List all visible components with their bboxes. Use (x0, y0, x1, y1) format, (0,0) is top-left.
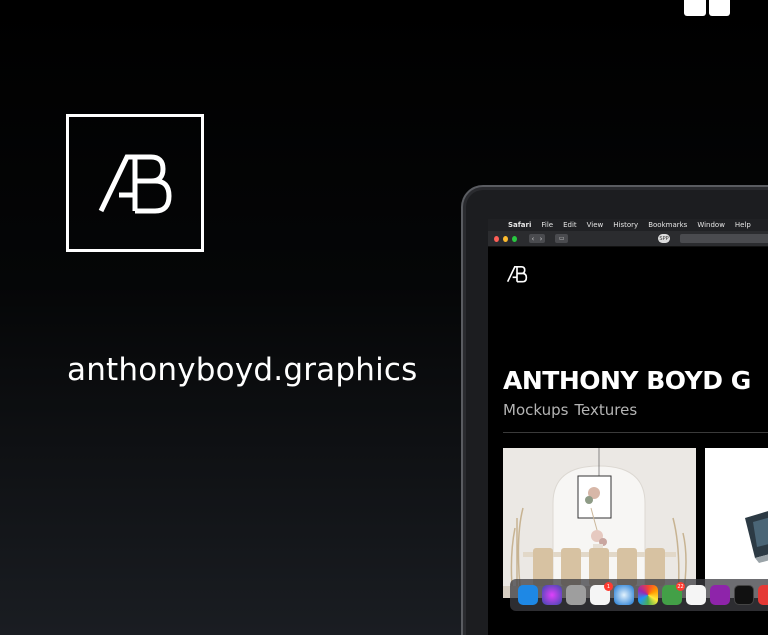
notification-badge: 22 (676, 582, 685, 591)
privacy-report-button[interactable]: SPP (658, 234, 670, 243)
close-window-button[interactable] (494, 235, 499, 242)
product-thumbnail[interactable] (503, 448, 696, 598)
siri-icon[interactable] (542, 585, 562, 605)
nav-link-mockups[interactable]: Mockups (503, 401, 568, 419)
zoom-window-button[interactable] (511, 235, 517, 242)
website-nav: Mockups Textures (503, 401, 637, 419)
sidebar-icon: ▭ (558, 235, 565, 242)
menu-item-edit[interactable]: Edit (563, 221, 577, 229)
chevron-right-icon[interactable]: › (540, 235, 543, 243)
facetime-icon[interactable]: 22 (662, 582, 685, 605)
reminders-icon[interactable]: 1 (590, 582, 613, 605)
menu-item-window[interactable]: Window (697, 221, 725, 229)
menu-item-file[interactable]: File (541, 221, 553, 229)
sidebar-toggle-button[interactable]: ▭ (555, 234, 569, 243)
browser-toolbar: ‹ › ▭ SPP (488, 231, 768, 247)
back-forward-buttons[interactable]: ‹ › (528, 234, 546, 243)
launchpad-icon[interactable] (566, 585, 586, 605)
menubar: Safari File Edit View History Bookmarks … (488, 219, 768, 231)
ab-monogram-icon (98, 154, 172, 214)
menu-item-history[interactable]: History (613, 221, 638, 229)
menu-item-view[interactable]: View (587, 221, 604, 229)
site-name: anthonyboyd.graphics (67, 352, 418, 388)
photos-icon[interactable] (638, 585, 658, 605)
music-icon[interactable] (686, 585, 706, 605)
apple-tv-icon[interactable] (734, 585, 754, 605)
minimize-window-button[interactable] (502, 235, 508, 242)
menu-item-help[interactable]: Help (735, 221, 751, 229)
divider (503, 432, 768, 433)
book-icon (684, 0, 730, 16)
website-title: ANTHONY BOYD G (503, 366, 751, 395)
laptop-screen: Safari File Edit View History Bookmarks … (488, 219, 768, 635)
menu-item-safari[interactable]: Safari (508, 221, 531, 229)
podcasts-icon[interactable] (710, 585, 730, 605)
ab-monogram-icon (506, 266, 528, 283)
safari-icon[interactable] (614, 585, 634, 605)
menu-item-bookmarks[interactable]: Bookmarks (648, 221, 687, 229)
device-image (705, 448, 768, 598)
interior-image (503, 448, 696, 598)
news-icon[interactable] (758, 585, 768, 605)
nav-link-textures[interactable]: Textures (574, 401, 637, 419)
product-thumbnail[interactable] (705, 448, 768, 598)
address-bar[interactable] (679, 234, 768, 243)
logo-box (66, 114, 204, 252)
chevron-left-icon[interactable]: ‹ (531, 235, 534, 243)
finder-icon[interactable] (518, 585, 538, 605)
dock: 1 22 (510, 579, 768, 611)
website-logo[interactable] (506, 265, 528, 287)
notification-badge: 1 (604, 582, 613, 591)
